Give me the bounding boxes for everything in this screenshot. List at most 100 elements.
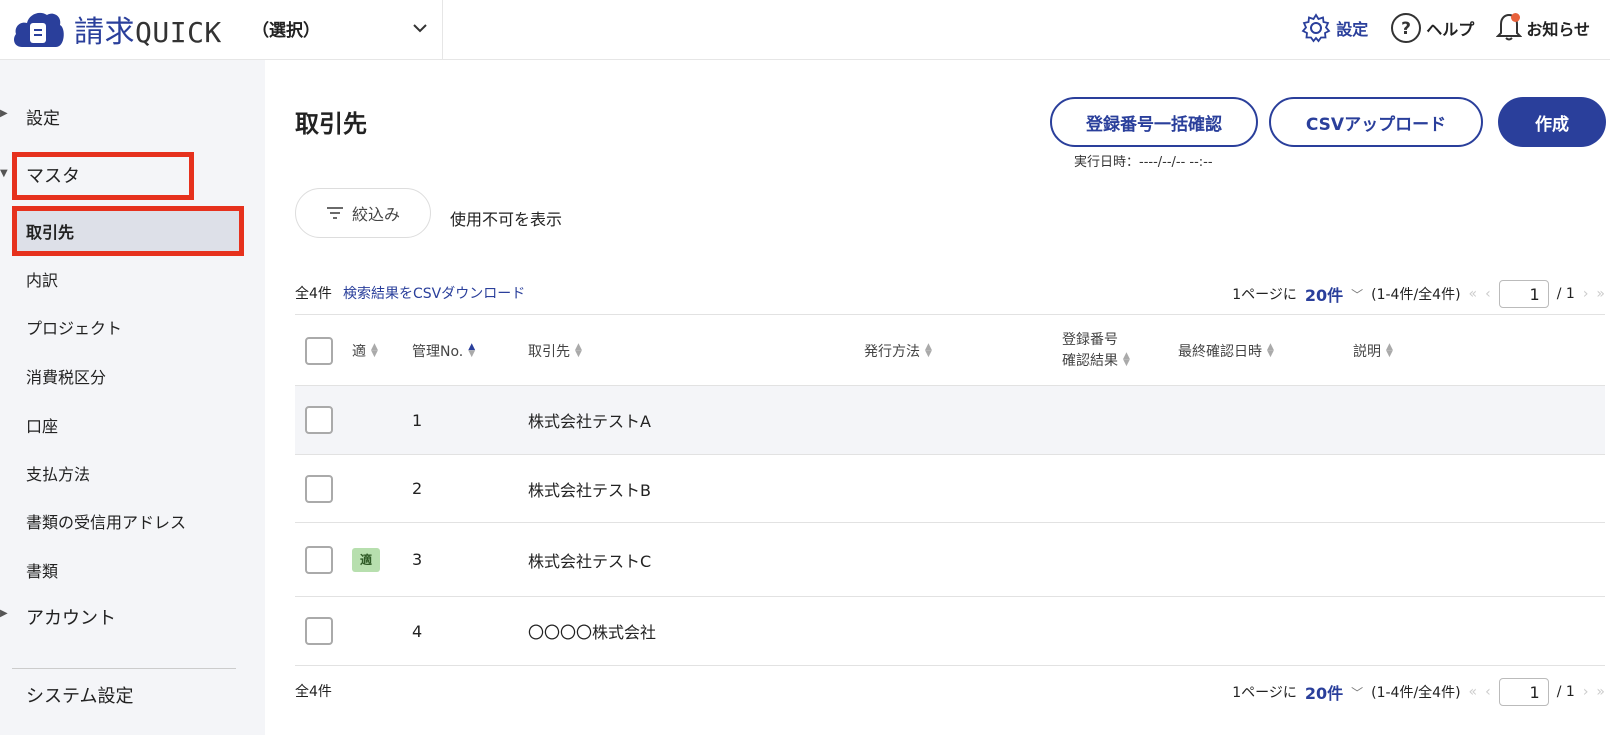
clients-table: 適 ▲ ▼ 管理No. ▲ ▼ 取引先 ▲ ▼ 発行方法 ▲ ▼ 登録番号 確認結果 ▲ ▼… — [295, 314, 1605, 666]
pager-top: 1ページに 20件 ﹀ (1-4件/全4件) « ‹ 1 / 1 › » — [1232, 280, 1605, 308]
logo-text-en: QUICK — [135, 16, 222, 49]
sidebar-item-accounts-bank[interactable]: 口座 — [26, 413, 58, 437]
page-number-input[interactable]: 1 — [1498, 678, 1549, 706]
page-title: 取引先 — [295, 110, 367, 138]
gear-icon — [1301, 13, 1331, 43]
total-pages: / 1 — [1556, 286, 1575, 302]
total-count: 全4件 — [295, 684, 332, 700]
help-link[interactable]: ? ヘルプ — [1390, 12, 1474, 44]
per-page-prefix: 1ページに — [1232, 287, 1297, 303]
column-header-last-checked[interactable]: 最終確認日時 ▲ ▼ — [1178, 315, 1274, 387]
sidebar-item-projects[interactable]: プロジェクト — [26, 315, 122, 339]
caret-right-icon: ▶ — [0, 108, 8, 119]
row-client-name[interactable]: 株式会社テストA — [528, 386, 651, 454]
per-page-value[interactable]: 20件 — [1305, 680, 1343, 704]
show-disabled-toggle[interactable]: 使用不可を表示 — [450, 206, 562, 230]
first-page-icon[interactable]: « — [1469, 684, 1478, 700]
column-header-client[interactable]: 取引先 ▲ ▼ — [528, 315, 582, 387]
row-checkbox[interactable] — [305, 474, 333, 503]
row-no: 3 — [412, 550, 423, 569]
per-page-prefix: 1ページに — [1232, 685, 1297, 701]
cloud-document-icon — [14, 12, 64, 47]
row-no: 4 — [412, 621, 423, 641]
column-header-qualified[interactable]: 適 ▲ ▼ — [352, 315, 378, 387]
sidebar-item-master[interactable]: マスタ — [26, 162, 80, 188]
column-header-registration-result[interactable]: 登録番号 確認結果 ▲ ▼ — [1062, 315, 1130, 387]
sidebar-item-receive-address[interactable]: 書類の受信用アドレス — [26, 509, 186, 533]
last-page-icon[interactable]: » — [1596, 286, 1605, 302]
column-header-no[interactable]: 管理No. ▲ ▼ — [412, 315, 475, 387]
filter-icon — [326, 207, 343, 219]
exec-date: 実行日時：----/--/-- --:-- — [1074, 155, 1213, 170]
select-all-checkbox[interactable] — [305, 337, 333, 365]
table-row[interactable]: 4 〇〇〇〇株式会社 — [295, 597, 1605, 666]
page-range: (1-4件/全4件) — [1371, 287, 1461, 303]
per-page-value[interactable]: 20件 — [1305, 282, 1343, 306]
column-header-description[interactable]: 説明 ▲ ▼ — [1353, 315, 1393, 387]
summary-top: 全4件 検索結果をCSVダウンロード 1ページに 20件 ﹀ (1-4件/全4件… — [295, 280, 1605, 308]
table-header: 適 ▲ ▼ 管理No. ▲ ▼ 取引先 ▲ ▼ 発行方法 ▲ ▼ 登録番号 確認結果 ▲ ▼… — [295, 314, 1605, 386]
help-circle-icon: ? — [1391, 13, 1422, 43]
qualified-badge: 適 — [352, 547, 380, 572]
sidebar-item-payment-methods[interactable]: 支払方法 — [26, 461, 90, 485]
table-row[interactable]: 適 3 株式会社テストC — [295, 523, 1605, 597]
sort-asc-icon: ▲ ▼ — [468, 342, 476, 359]
table-row[interactable]: 1 株式会社テストA — [295, 386, 1605, 455]
sidebar-item-system-settings[interactable]: システム設定 — [26, 682, 133, 708]
sidebar: ▶ 設定 ▼ マスタ 取引先 内訳 プロジェクト 消費税区分 口座 支払方法 書… — [0, 60, 265, 735]
filter-button[interactable]: 絞込み — [295, 188, 431, 238]
next-page-icon[interactable]: › — [1583, 684, 1589, 700]
sidebar-item-account[interactable]: アカウント — [26, 604, 116, 630]
summary-bottom: 全4件 1ページに 20件 ﹀ (1-4件/全4件) « ‹ 1 / 1 › » — [295, 678, 1605, 706]
organization-select[interactable]: （選択） — [252, 13, 428, 43]
total-count: 全4件 — [295, 286, 332, 302]
row-client-name[interactable]: 株式会社テストC — [528, 523, 651, 596]
app-logo[interactable]: 請求QUICK — [10, 6, 222, 52]
notifications-link[interactable]: お知らせ — [1495, 11, 1590, 45]
pager-bottom: 1ページに 20件 ﹀ (1-4件/全4件) « ‹ 1 / 1 › » — [1232, 678, 1605, 706]
row-checkbox[interactable] — [305, 617, 333, 645]
next-page-icon[interactable]: › — [1583, 286, 1589, 302]
settings-link[interactable]: 設定 — [1300, 12, 1368, 44]
sort-icon: ▲ ▼ — [371, 342, 378, 359]
header-divider — [442, 0, 443, 60]
help-label: ヘルプ — [1426, 20, 1475, 39]
prev-page-icon[interactable]: ‹ — [1485, 684, 1491, 700]
first-page-icon[interactable]: « — [1469, 286, 1478, 302]
sort-icon: ▲ ▼ — [1123, 351, 1130, 368]
sort-icon: ▲ ▼ — [925, 342, 932, 359]
caret-down-icon: ▼ — [0, 168, 8, 179]
csv-upload-button[interactable]: CSVアップロード — [1269, 97, 1483, 147]
sidebar-item-clients[interactable]: 取引先 — [26, 219, 74, 243]
row-no: 2 — [412, 479, 423, 498]
bulk-check-button[interactable]: 登録番号一括確認 — [1050, 97, 1258, 147]
svg-text:?: ? — [1401, 19, 1411, 39]
sidebar-item-settings[interactable]: 設定 — [26, 104, 60, 129]
last-page-icon[interactable]: » — [1596, 684, 1605, 700]
sidebar-item-breakdown[interactable]: 内訳 — [26, 267, 58, 291]
row-client-name[interactable]: 株式会社テストB — [528, 455, 651, 522]
table-row[interactable]: 2 株式会社テストB — [295, 455, 1605, 523]
column-header-issue-method[interactable]: 発行方法 ▲ ▼ — [864, 315, 932, 387]
organization-select-value: （選択） — [252, 20, 320, 41]
row-checkbox[interactable] — [305, 406, 333, 434]
sidebar-item-documents[interactable]: 書類 — [26, 558, 58, 582]
chevron-down-icon — [413, 24, 427, 33]
chevron-down-icon[interactable]: ﹀ — [1351, 684, 1363, 701]
app-header: 請求QUICK （選択） 設定 ? ヘルプ お知らせ — [0, 0, 1610, 60]
prev-page-icon[interactable]: ‹ — [1485, 286, 1491, 302]
csv-download-link[interactable]: 検索結果をCSVダウンロード — [343, 283, 525, 303]
chevron-down-icon[interactable]: ﹀ — [1351, 286, 1363, 303]
sort-icon: ▲ ▼ — [1267, 342, 1274, 359]
page-number-input[interactable]: 1 — [1498, 280, 1549, 308]
filter-label: 絞込み — [351, 205, 400, 224]
logo-text-ja: 請求 — [74, 15, 135, 50]
row-client-name[interactable]: 〇〇〇〇株式会社 — [528, 597, 656, 665]
sort-icon: ▲ ▼ — [575, 342, 582, 359]
caret-right-icon: ▶ — [0, 608, 8, 619]
row-no: 1 — [412, 410, 423, 430]
create-button[interactable]: 作成 — [1498, 97, 1606, 147]
sidebar-item-tax-categories[interactable]: 消費税区分 — [26, 364, 106, 388]
sort-icon: ▲ ▼ — [1386, 342, 1393, 359]
row-checkbox[interactable] — [305, 545, 333, 574]
